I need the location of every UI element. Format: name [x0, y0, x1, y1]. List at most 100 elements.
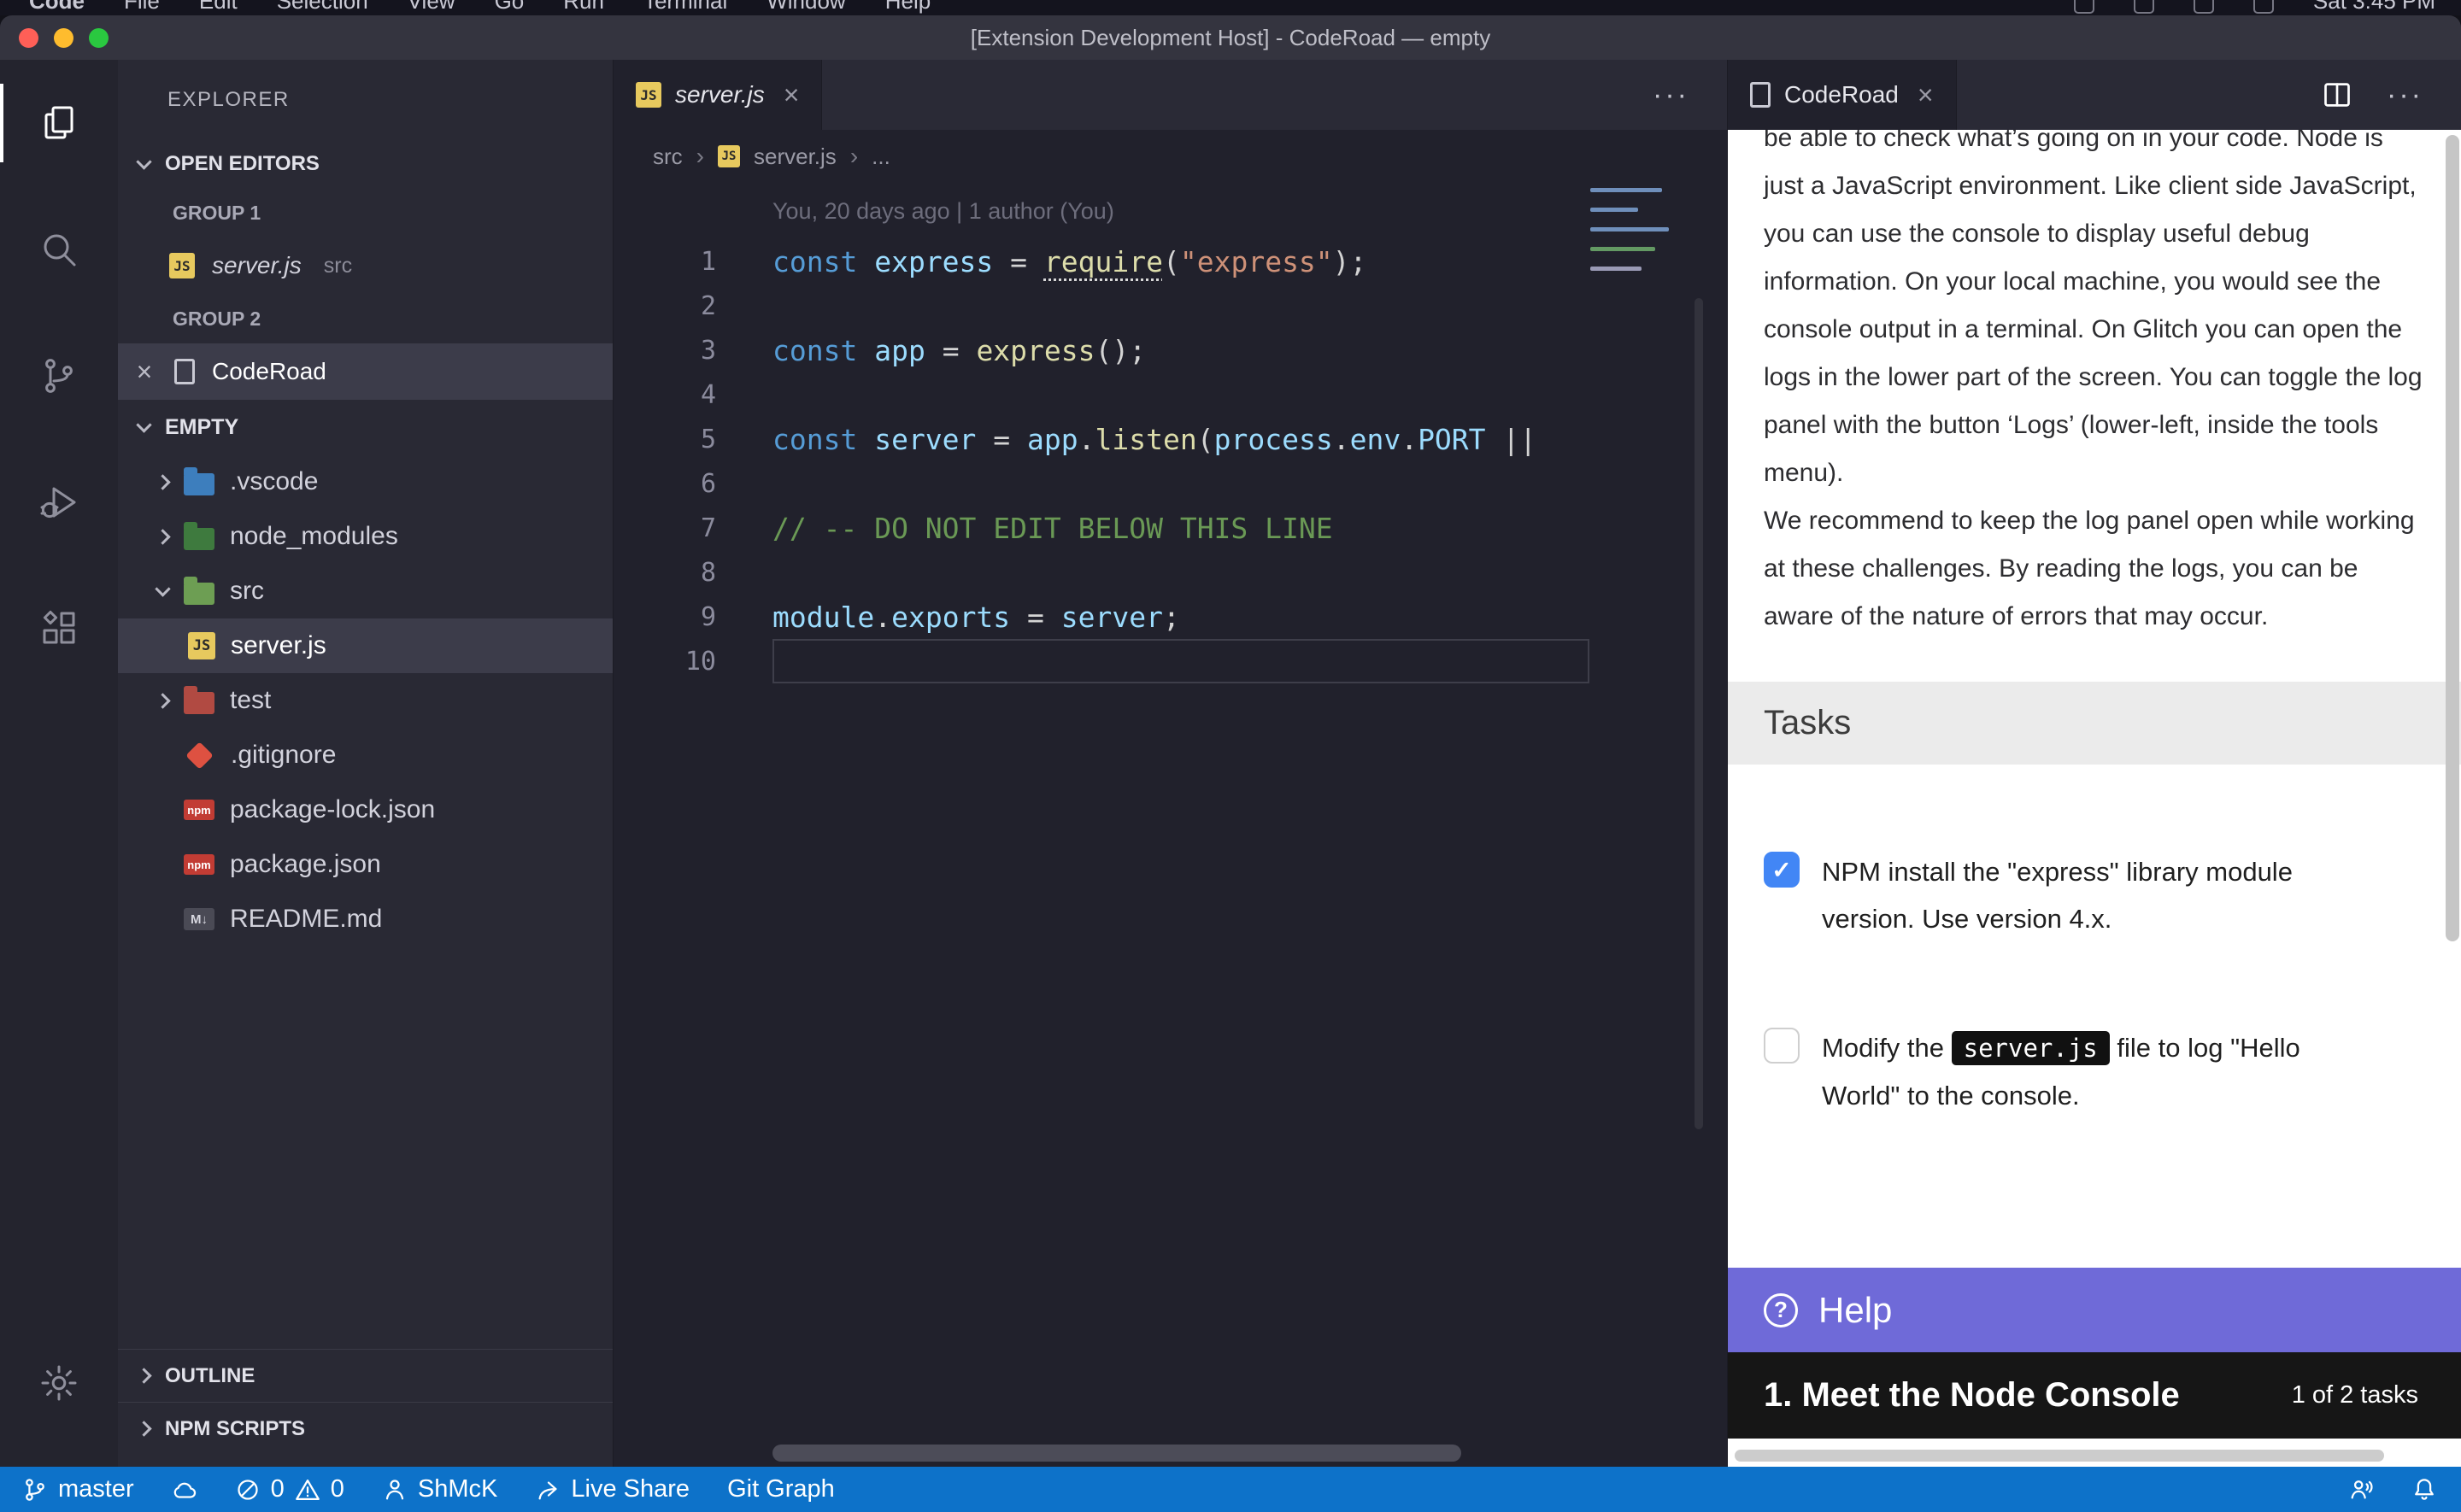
- javascript-file-icon: JS: [718, 145, 740, 167]
- git-graph-button[interactable]: Git Graph: [727, 1475, 835, 1503]
- task2-checkbox-unchecked[interactable]: [1764, 1028, 1800, 1064]
- tab-server-js[interactable]: JS server.js ×: [614, 60, 822, 130]
- tree-item-package-json[interactable]: npm package.json: [118, 837, 613, 892]
- workspace-header-empty[interactable]: EMPTY: [118, 400, 613, 454]
- menubar-status-icon[interactable]: [2194, 0, 2214, 14]
- tree-item-package-lock-json[interactable]: npm package-lock.json: [118, 782, 613, 837]
- task-item-2: Modify the server.js file to log "Hello …: [1764, 1024, 2425, 1119]
- code-line-2[interactable]: 2: [614, 284, 1727, 328]
- more-actions-icon[interactable]: ···: [2387, 79, 2423, 112]
- lesson-progress-count: 1 of 2 tasks: [2292, 1381, 2418, 1409]
- close-icon[interactable]: ×: [1918, 79, 1934, 111]
- menu-go[interactable]: Go: [495, 0, 525, 15]
- menubar-status-icon[interactable]: [2253, 0, 2274, 14]
- menu-window[interactable]: Window: [766, 0, 845, 15]
- close-icon[interactable]: ×: [784, 79, 800, 111]
- npm-scripts-section-header[interactable]: NPM SCRIPTS: [118, 1402, 613, 1455]
- open-editor-server-js[interactable]: JS server.js src: [118, 237, 613, 294]
- code-line-10-cursor[interactable]: 10: [614, 639, 1727, 683]
- activitybar-extensions[interactable]: [0, 566, 118, 692]
- npm-icon: npm: [184, 800, 214, 820]
- menu-run[interactable]: Run: [563, 0, 604, 15]
- code-line-3[interactable]: 3 const app = express();: [614, 328, 1727, 372]
- editor-more-actions-icon[interactable]: ···: [1653, 60, 1727, 130]
- screen: Code File Edit Selection View Go Run Ter…: [0, 0, 2461, 1512]
- code-line-8[interactable]: 8: [614, 550, 1727, 595]
- person-feedback-icon: [2348, 1477, 2374, 1503]
- tree-item-gitignore[interactable]: .gitignore: [118, 728, 613, 782]
- file-icon: [1750, 82, 1771, 108]
- sync-cloud-icon[interactable]: [172, 1477, 197, 1503]
- open-editor-coderoad[interactable]: × CodeRoad: [118, 343, 613, 400]
- lesson-progress-bar: 1. Meet the Node Console 1 of 2 tasks: [1728, 1352, 2461, 1439]
- task1-checkbox-checked[interactable]: ✓: [1764, 852, 1800, 888]
- tab-coderoad[interactable]: CodeRoad ×: [1728, 60, 1957, 130]
- code-line-9[interactable]: 9 module.exports = server;: [614, 595, 1727, 639]
- javascript-file-icon: JS: [188, 632, 215, 659]
- menu-code[interactable]: Code: [29, 0, 85, 15]
- activitybar-explorer[interactable]: [0, 60, 118, 186]
- chevron-right-icon: [155, 529, 170, 544]
- panel-horizontal-scrollbar[interactable]: [1735, 1450, 2384, 1462]
- tree-item-readme-md[interactable]: M↓ README.md: [118, 892, 613, 946]
- editor-horizontal-scrollbar[interactable]: [772, 1445, 1461, 1462]
- debug-icon: [38, 482, 79, 523]
- tree-item-test[interactable]: test: [118, 673, 613, 728]
- menu-selection[interactable]: Selection: [277, 0, 368, 15]
- activitybar-search[interactable]: [0, 186, 118, 313]
- menu-terminal[interactable]: Terminal: [643, 0, 727, 15]
- git-branch-icon: [22, 1477, 48, 1503]
- open-editors-header[interactable]: OPEN EDITORS: [118, 140, 613, 188]
- coderoad-webview: be able to check what’s going on in your…: [1728, 130, 2461, 1467]
- tree-item-src[interactable]: src: [118, 564, 613, 618]
- activitybar-run-debug[interactable]: [0, 439, 118, 566]
- close-icon[interactable]: ×: [132, 356, 157, 388]
- feedback-icon[interactable]: [2348, 1477, 2374, 1503]
- code-line-4[interactable]: 4: [614, 372, 1727, 417]
- notifications-bell-icon[interactable]: [2411, 1477, 2437, 1503]
- user-indicator[interactable]: ShMcK: [382, 1475, 497, 1503]
- vscode-folder-icon: [184, 473, 214, 495]
- help-icon: ?: [1764, 1293, 1798, 1327]
- minimap[interactable]: [1590, 188, 1671, 290]
- tree-item-node-modules[interactable]: node_modules: [118, 509, 613, 564]
- menu-help[interactable]: Help: [885, 0, 931, 15]
- explorer-title: EXPLORER: [118, 60, 613, 140]
- lesson-paragraph: We recommend to keep the log panel open …: [1764, 497, 2425, 641]
- problems-indicator[interactable]: 0 0: [235, 1475, 344, 1503]
- menu-edit[interactable]: Edit: [199, 0, 238, 15]
- menubar-status-icon[interactable]: [2074, 0, 2094, 14]
- code-line-5[interactable]: 5 const server = app.listen(process.env.…: [614, 417, 1727, 461]
- extensions-icon: [38, 608, 79, 649]
- tree-item-vscode[interactable]: .vscode: [118, 454, 613, 509]
- gitlens-blame-annotation: You, 20 days ago | 1 author (You): [772, 183, 1727, 239]
- task2-text: Modify the server.js file to log "Hello …: [1822, 1024, 2369, 1119]
- code-editor[interactable]: You, 20 days ago | 1 author (You) 1 cons…: [614, 183, 1727, 1467]
- activitybar-settings[interactable]: [0, 1356, 118, 1410]
- branch-indicator[interactable]: master: [22, 1475, 134, 1503]
- files-icon: [38, 103, 79, 144]
- npm-icon: npm: [184, 854, 214, 875]
- outline-section-header[interactable]: OUTLINE: [118, 1349, 613, 1402]
- menubar-status-icon[interactable]: [2134, 0, 2154, 14]
- breadcrumb[interactable]: src › JS server.js › ...: [614, 130, 1727, 183]
- lesson-paragraph: be able to check what’s going on in your…: [1764, 130, 2425, 497]
- breadcrumb-separator: ›: [696, 143, 704, 170]
- window-title: [Extension Development Host] - CodeRoad …: [0, 25, 2461, 51]
- editor-vertical-scrollbar[interactable]: [1695, 298, 1703, 1129]
- code-line-7[interactable]: 7 // -- DO NOT EDIT BELOW THIS LINE: [614, 506, 1727, 550]
- tree-item-server-js[interactable]: JS server.js: [118, 618, 613, 673]
- panel-scrollbar[interactable]: [2446, 135, 2459, 941]
- menu-clock: Sat 3:45 PM: [2313, 0, 2435, 15]
- menu-view[interactable]: View: [408, 0, 455, 15]
- activitybar-source-control[interactable]: [0, 313, 118, 439]
- chevron-right-icon: [136, 1368, 151, 1383]
- menu-file[interactable]: File: [124, 0, 160, 15]
- code-line-6[interactable]: 6: [614, 461, 1727, 506]
- editor-tab-bar: JS server.js × ···: [614, 60, 1727, 130]
- code-line-1[interactable]: 1 const express = require("express");: [614, 239, 1727, 284]
- split-editor-icon[interactable]: [2322, 79, 2352, 110]
- help-section[interactable]: ? Help: [1728, 1268, 2461, 1352]
- test-folder-icon: [184, 692, 214, 714]
- live-share-button[interactable]: Live Share: [535, 1475, 690, 1503]
